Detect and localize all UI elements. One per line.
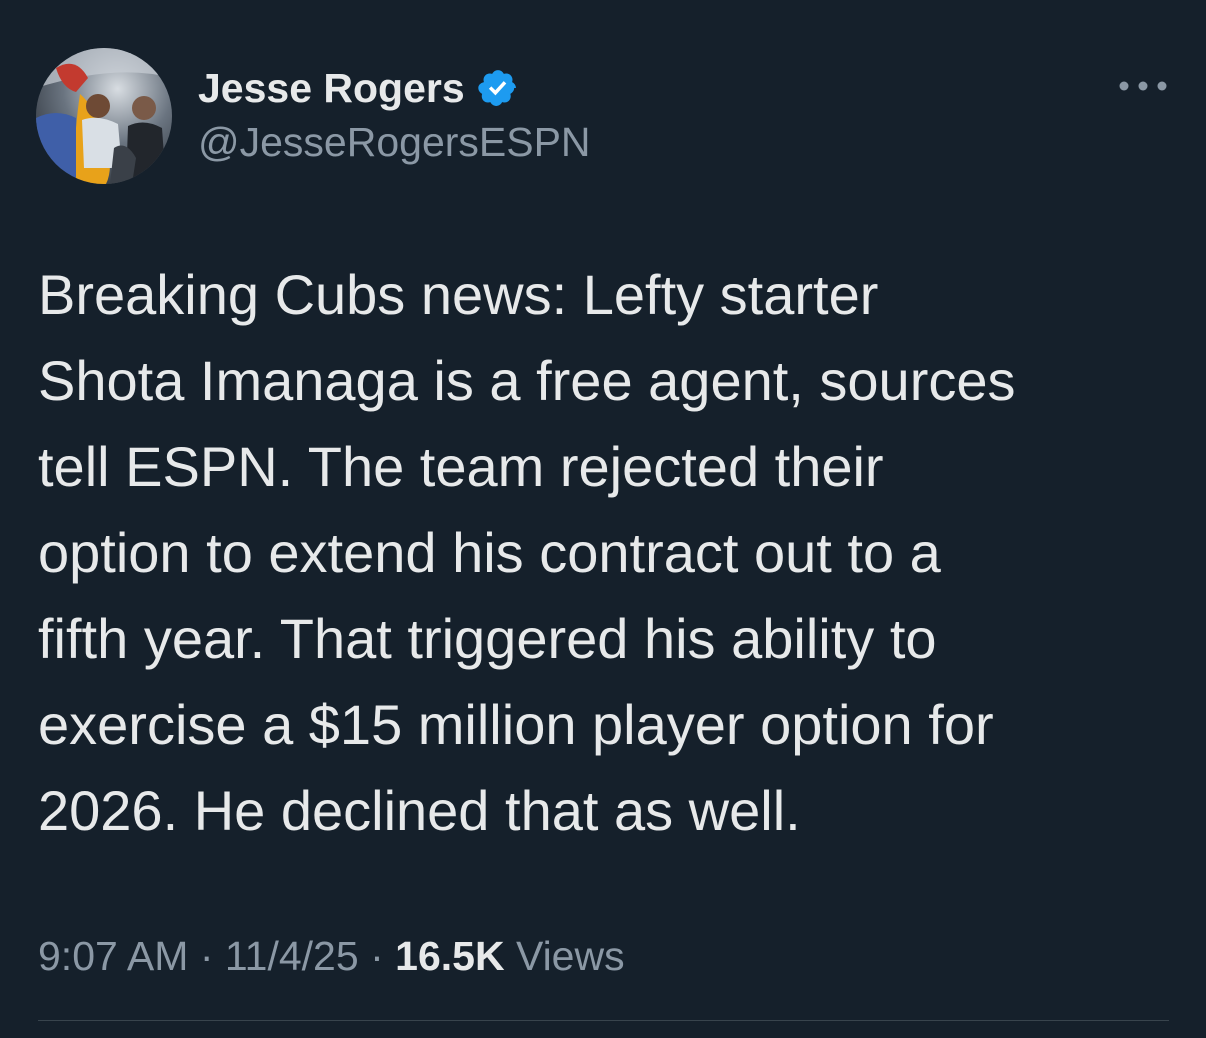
author-name-row: Jesse Rogers (198, 62, 519, 114)
author-avatar[interactable] (36, 48, 172, 184)
tweet-time[interactable]: 9:07 AM (38, 933, 188, 979)
tweet-text: Breaking Cubs news: Lefty starter Shota … (38, 263, 1016, 842)
tweet-card: Jesse Rogers @JesseRogersESPN Breaking C… (0, 0, 1206, 1038)
more-options-icon[interactable] (1116, 72, 1170, 100)
views-count[interactable]: 16.5K (395, 933, 504, 979)
views-label[interactable]: Views (516, 933, 625, 979)
meta-separator: · (199, 933, 214, 979)
meta-separator: · (370, 933, 384, 979)
avatar-photo (36, 48, 172, 184)
divider (38, 1020, 1169, 1021)
verified-badge-icon[interactable] (477, 67, 519, 109)
tweet-metadata: 9:07 AM · 11/4/25 · 16.5K Views (38, 928, 625, 984)
author-display-name[interactable]: Jesse Rogers (198, 62, 465, 114)
tweet-date[interactable]: 11/4/25 (225, 933, 359, 979)
author-handle[interactable]: @JesseRogersESPN (198, 116, 591, 168)
